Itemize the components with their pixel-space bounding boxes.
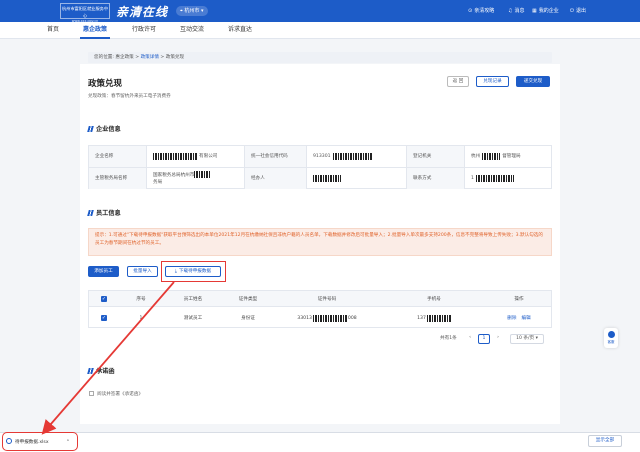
arrow-line (41, 281, 175, 435)
annotation-arrow (41, 281, 175, 435)
